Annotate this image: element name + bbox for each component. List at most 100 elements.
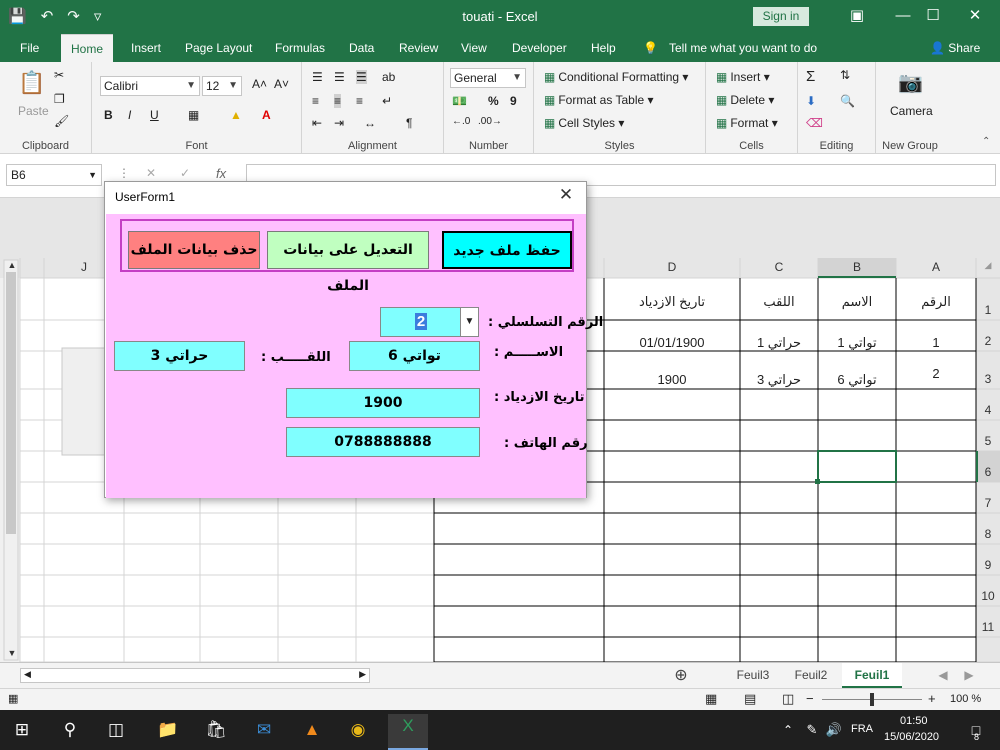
row-header-10[interactable]: 10: [976, 589, 1000, 603]
tab-review[interactable]: Review: [399, 34, 438, 62]
network-icon[interactable]: ✎: [800, 718, 824, 742]
mail-icon[interactable]: ✉: [252, 718, 276, 742]
cell-b1[interactable]: الاسم: [818, 294, 896, 310]
camera-icon[interactable]: 📷: [898, 70, 923, 95]
align-middle-icon[interactable]: ☰: [334, 70, 345, 84]
borders-icon[interactable]: ▦: [188, 108, 199, 122]
scroll-right-icon[interactable]: ▶: [359, 669, 366, 680]
row-header-5[interactable]: 5: [976, 434, 1000, 448]
select-all-icon[interactable]: ◢: [976, 260, 1000, 271]
wrap-text-icon[interactable]: ↵: [382, 94, 392, 108]
clear-icon[interactable]: ⌫: [806, 116, 823, 130]
cell-c1[interactable]: اللقب: [740, 294, 818, 310]
task-view-icon[interactable]: ◫: [104, 718, 128, 742]
increase-font-icon[interactable]: A˄: [252, 77, 267, 91]
cell-d2[interactable]: 01/01/1900: [604, 335, 740, 350]
sheet-tab-feuil1[interactable]: Feuil1: [842, 663, 902, 688]
delete-record-button[interactable]: حذف بيانات الملف: [128, 231, 260, 269]
cell-d3[interactable]: 1900: [604, 372, 740, 387]
clock-time[interactable]: 01:50: [900, 715, 928, 727]
font-name-select[interactable]: Calibri ▼: [100, 76, 200, 96]
fill-color-icon[interactable]: ▲: [230, 108, 242, 122]
sign-in-button[interactable]: Sign in: [753, 7, 809, 26]
font-color-icon[interactable]: A: [262, 108, 271, 122]
increase-indent-icon[interactable]: ⇥: [334, 116, 344, 130]
name-box[interactable]: B6 ▼: [6, 164, 102, 186]
autosum-icon[interactable]: Σ: [806, 68, 815, 85]
vlc-icon[interactable]: ▲: [300, 718, 324, 742]
font-size-select[interactable]: 12 ▼: [202, 76, 242, 96]
row-header-8[interactable]: 8: [976, 527, 1000, 541]
copy-icon[interactable]: ❐: [54, 92, 65, 106]
sheet-tab-feuil2[interactable]: Feuil2: [786, 663, 836, 688]
name-field[interactable]: تواتي 6: [349, 341, 480, 371]
tell-me-search[interactable]: Tell me what you want to do: [669, 34, 817, 62]
prev-sheet-icon[interactable]: ◀: [936, 663, 950, 688]
birth-date-field[interactable]: 1900: [286, 388, 480, 418]
underline-button[interactable]: U: [150, 108, 159, 122]
surname-field[interactable]: حراتي 3: [114, 341, 245, 371]
delete-cells-button[interactable]: ▦ Delete ▾: [716, 93, 774, 107]
chrome-icon[interactable]: ◉: [346, 718, 370, 742]
share-button[interactable]: 👤 Share: [930, 34, 980, 62]
cell-a1[interactable]: الرقم: [896, 294, 976, 310]
collapse-ribbon-icon[interactable]: ⌃: [982, 136, 990, 147]
row-header-4[interactable]: 4: [976, 403, 1000, 417]
row-header-6[interactable]: 6: [976, 465, 1000, 479]
decrease-indent-icon[interactable]: ⇤: [312, 116, 322, 130]
insert-function-button[interactable]: fx: [216, 166, 226, 181]
align-bottom-icon[interactable]: ☰: [356, 70, 367, 84]
maximize-icon[interactable]: ☐: [910, 5, 956, 27]
align-center-icon[interactable]: ≡: [334, 94, 342, 108]
align-top-icon[interactable]: ☰: [312, 70, 323, 84]
cancel-icon[interactable]: ✕: [146, 166, 156, 180]
cell-c3[interactable]: حراتي 3: [740, 372, 818, 388]
edit-record-button[interactable]: التعديل على بيانات الملف: [267, 231, 429, 294]
ribbon-display-icon[interactable]: ▣: [834, 5, 880, 27]
fill-icon[interactable]: ⬇: [806, 94, 816, 108]
search-icon[interactable]: ⚲: [58, 718, 82, 742]
column-header-c[interactable]: C: [740, 260, 818, 274]
scroll-left-icon[interactable]: ◀: [24, 669, 31, 680]
save-icon[interactable]: 💾: [8, 7, 27, 25]
row-header-9[interactable]: 9: [976, 558, 1000, 572]
conditional-formatting-button[interactable]: ▦ Conditional Formatting ▾: [544, 70, 688, 84]
column-header-a[interactable]: A: [896, 260, 976, 274]
cell-styles-button[interactable]: ▦ Cell Styles ▾: [544, 116, 624, 130]
orientation-icon[interactable]: ab: [382, 70, 395, 84]
rtl-icon[interactable]: ¶: [406, 116, 412, 130]
save-new-record-button[interactable]: حفظ ملف جديد: [442, 231, 572, 269]
decrease-font-icon[interactable]: A˅: [274, 77, 289, 91]
camera-label[interactable]: Camera: [890, 104, 933, 118]
cell-b3[interactable]: تواتي 6: [818, 372, 896, 388]
tab-formulas[interactable]: Formulas: [275, 34, 325, 62]
paste-label[interactable]: Paste: [18, 104, 49, 118]
cell-c2[interactable]: حراتي 1: [740, 335, 818, 351]
percent-button[interactable]: %: [488, 94, 499, 108]
tab-file[interactable]: File: [20, 34, 39, 62]
page-break-view-icon[interactable]: ◫: [782, 691, 794, 707]
number-format-select[interactable]: General ▼: [450, 68, 526, 88]
excel-taskbar-icon[interactable]: X: [388, 714, 428, 750]
close-window-icon[interactable]: ✕: [952, 5, 998, 27]
row-header-7[interactable]: 7: [976, 496, 1000, 510]
align-left-icon[interactable]: ≡: [312, 94, 319, 108]
tab-help[interactable]: Help: [591, 34, 616, 62]
close-icon[interactable]: ✕: [554, 185, 578, 205]
bold-button[interactable]: B: [104, 108, 113, 122]
increase-decimal-icon[interactable]: ←.0: [452, 116, 470, 127]
currency-icon[interactable]: 💵: [452, 94, 467, 108]
store-icon[interactable]: 🛍: [204, 718, 228, 742]
macro-record-icon[interactable]: ▦: [8, 692, 18, 705]
format-cells-button[interactable]: ▦ Format ▾: [716, 116, 778, 130]
find-icon[interactable]: 🔍: [840, 94, 855, 108]
file-explorer-icon[interactable]: 📁: [156, 718, 180, 742]
tab-page-layout[interactable]: Page Layout: [185, 34, 252, 62]
column-header-d[interactable]: D: [604, 260, 740, 274]
tab-home[interactable]: Home: [61, 34, 114, 62]
clock-date[interactable]: 15/06/2020: [884, 731, 939, 743]
format-painter-icon[interactable]: 🖌: [54, 114, 69, 128]
comma-button[interactable]: 9: [510, 94, 517, 108]
italic-button[interactable]: I: [128, 108, 131, 122]
undo-icon[interactable]: ↶: [41, 7, 54, 25]
